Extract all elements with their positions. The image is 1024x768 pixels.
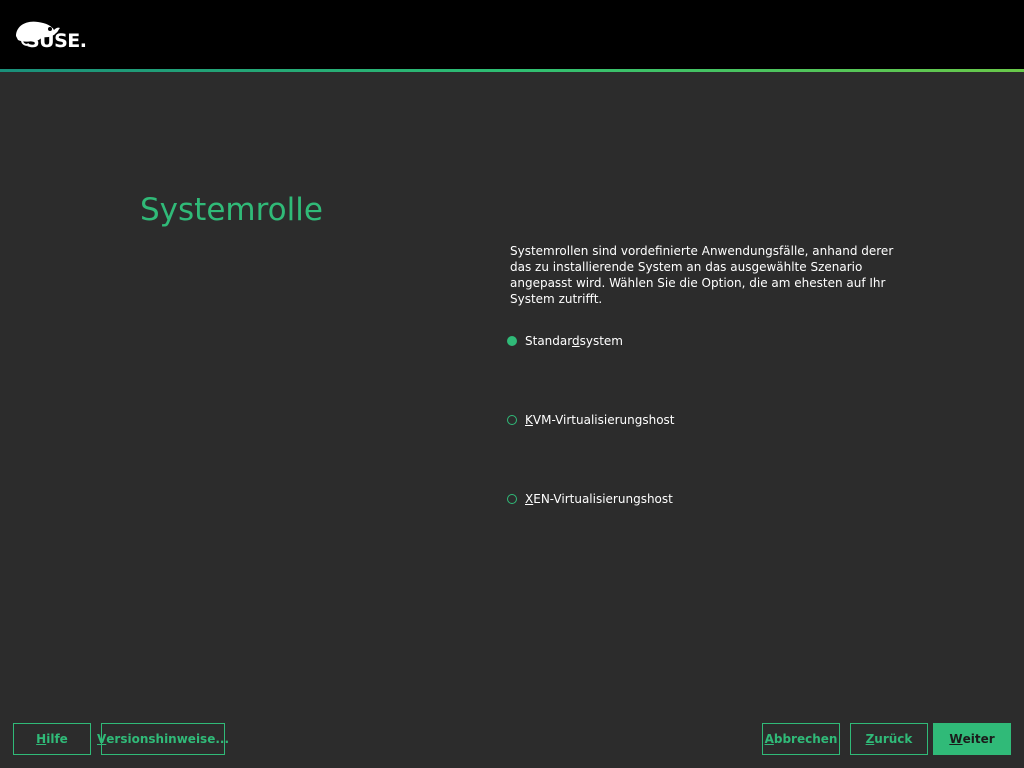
release-notes-button[interactable]: Versionshinweise... (97, 723, 229, 755)
role-option-standard[interactable]: Standardsystem (507, 331, 623, 351)
header-accent-line (0, 69, 1024, 72)
page-title: Systemrolle (140, 192, 323, 228)
role-option-xen[interactable]: XEN-Virtualisierungshost (507, 489, 673, 509)
role-option-label: KVM-Virtualisierungshost (525, 413, 675, 427)
next-button[interactable]: Weiter (933, 723, 1011, 755)
abort-button[interactable]: Abbrechen (762, 723, 840, 755)
back-button[interactable]: Zurück (850, 723, 928, 755)
radio-unchecked-icon[interactable] (507, 494, 517, 504)
role-option-label: XEN-Virtualisierungshost (525, 492, 673, 506)
page-description: Systemrollen sind vordefinierte Anwendun… (510, 244, 894, 306)
role-option-label: Standardsystem (525, 334, 623, 348)
role-option-kvm[interactable]: KVM-Virtualisierungshost (507, 410, 675, 430)
radio-checked-icon[interactable] (507, 336, 517, 346)
help-button[interactable]: Hilfe (13, 723, 91, 755)
brand-wordmark: SUSE. (26, 30, 87, 52)
header-bar: SUSE. (0, 0, 1024, 69)
radio-unchecked-icon[interactable] (507, 415, 517, 425)
